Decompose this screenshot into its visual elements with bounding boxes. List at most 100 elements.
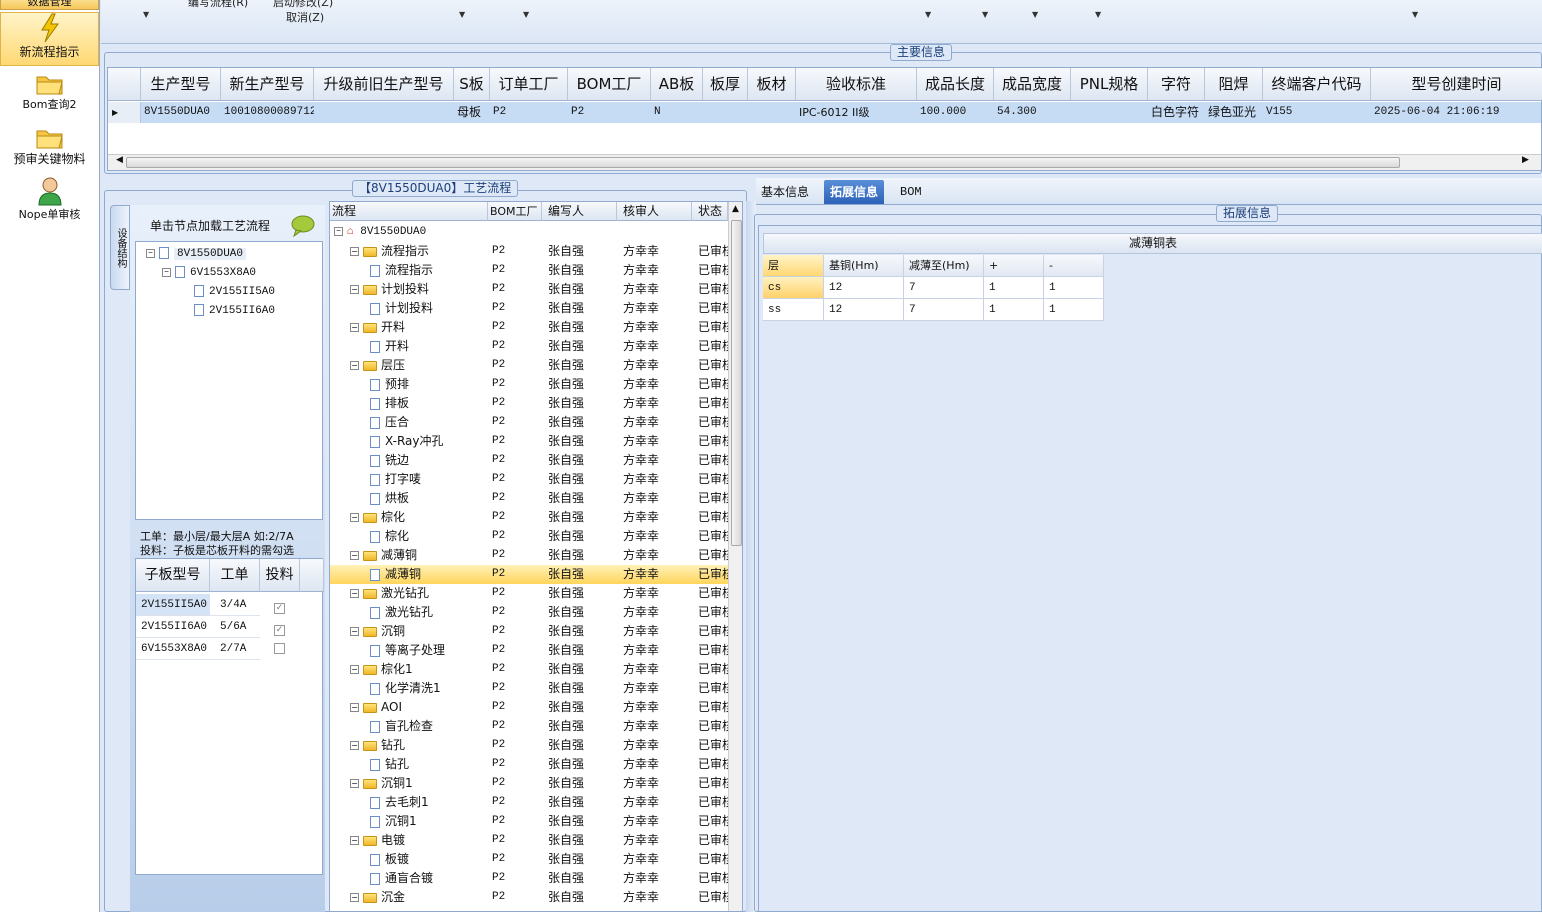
flow-step-row[interactable]: 打字唛 P2 张自强 方幸幸 已审核 <box>330 470 728 489</box>
column-header[interactable]: 板材 <box>748 68 796 101</box>
table-cell[interactable]: 2/7A <box>210 638 260 660</box>
table-cell[interactable]: 12 <box>824 299 904 321</box>
flow-group-row[interactable]: − AOI P2 张自强 方幸幸 已审核 <box>330 698 728 717</box>
flow-group-row[interactable]: − 层压 P2 张自强 方幸幸 已审核 <box>330 356 728 375</box>
chat-bubble-icon[interactable] <box>290 215 316 237</box>
column-header[interactable]: 生产型号 <box>141 68 221 101</box>
flow-step-row[interactable]: 排板 P2 张自强 方幸幸 已审核 <box>330 394 728 413</box>
column-header[interactable]: BOM工厂 <box>568 68 651 101</box>
column-header[interactable]: S板 <box>454 68 490 101</box>
flow-step-row[interactable]: 预排 P2 张自强 方幸幸 已审核 <box>330 375 728 394</box>
flow-group-row[interactable]: − 沉金 P2 张自强 方幸幸 已审核 <box>330 888 728 907</box>
flow-step-row[interactable]: 钻孔 P2 张自强 方幸幸 已审核 <box>330 755 728 774</box>
table-cell[interactable]: 2025-06-04 21:06:19 <box>1371 102 1542 123</box>
feed-checkbox[interactable] <box>274 643 285 657</box>
dropdown-arrow-icon[interactable]: ▼ <box>143 10 149 19</box>
flow-step-row[interactable]: 化学清洗1 P2 张自强 方幸幸 已审核 <box>330 679 728 698</box>
collapse-icon[interactable]: − <box>350 741 359 750</box>
column-header[interactable]: AB板 <box>651 68 703 101</box>
scroll-right-icon[interactable]: ▶ <box>1522 155 1529 165</box>
dropdown-arrow-icon[interactable]: ▼ <box>925 10 931 19</box>
collapse-icon[interactable]: − <box>350 551 359 560</box>
collapse-icon[interactable]: − <box>350 627 359 636</box>
column-header[interactable]: 订单工厂 <box>490 68 568 101</box>
flow-step-row[interactable]: 压合 P2 张自强 方幸幸 已审核 <box>330 413 728 432</box>
column-header[interactable]: 升级前旧生产型号 <box>314 68 454 101</box>
vertical-scrollbar[interactable]: ▲ <box>728 202 742 911</box>
column-header[interactable]: 新生产型号 <box>221 68 314 101</box>
sidebar-item-material-review[interactable]: 预审关键物料 <box>0 126 99 172</box>
flow-step-row[interactable]: 激光钻孔 P2 张自强 方幸幸 已审核 <box>330 603 728 622</box>
sidebar-item-new-flow[interactable]: 新流程指示 <box>0 12 99 66</box>
table-cell[interactable]: 100.000 <box>917 102 994 123</box>
table-cell[interactable]: 12 <box>824 277 904 299</box>
table-cell[interactable]: 7 <box>904 299 984 321</box>
collapse-icon[interactable]: − <box>350 589 359 598</box>
table-cell[interactable]: 5/6A <box>210 616 260 638</box>
flow-step-row[interactable]: 减薄铜 P2 张自强 方幸幸 已审核 <box>330 565 728 584</box>
table-cell[interactable]: IPC-6012 II级 <box>796 102 917 123</box>
tab-bom[interactable]: BOM <box>894 180 928 204</box>
flow-step-row[interactable]: 流程指示 P2 张自强 方幸幸 已审核 <box>330 261 728 280</box>
table-cell[interactable]: 10010800089712 <box>221 102 314 123</box>
flow-group-row[interactable]: − 激光钻孔 P2 张自强 方幸幸 已审核 <box>330 584 728 603</box>
tree-node[interactable]: − 6V1553X8A0 <box>162 266 256 279</box>
table-cell[interactable]: 1 <box>984 299 1044 321</box>
collapse-icon[interactable]: − <box>350 893 359 902</box>
feed-checkbox[interactable]: ✓ <box>274 621 285 636</box>
table-cell[interactable]: 母板 <box>454 102 490 123</box>
column-header[interactable]: 板厚 <box>703 68 748 101</box>
collapse-icon[interactable]: − <box>350 285 359 294</box>
flow-step-row[interactable]: 去毛刺1 P2 张自强 方幸幸 已审核 <box>330 793 728 812</box>
flow-step-row[interactable]: 盲孔检查 P2 张自强 方幸幸 已审核 <box>330 717 728 736</box>
collapse-icon[interactable]: − <box>350 836 359 845</box>
collapse-icon[interactable]: − <box>334 226 343 236</box>
column-header[interactable]: 工单 <box>210 559 260 592</box>
flow-step-row[interactable]: 等离子处理 P2 张自强 方幸幸 已审核 <box>330 641 728 660</box>
table-cell[interactable] <box>314 102 454 123</box>
column-header[interactable]: 子板型号 <box>136 559 210 592</box>
column-header[interactable]: 核审人 <box>617 202 692 221</box>
dropdown-arrow-icon[interactable]: ▼ <box>1095 10 1101 19</box>
collapse-icon[interactable]: − <box>350 513 359 522</box>
column-header[interactable]: 终端客户代码 <box>1263 68 1371 101</box>
flow-step-row[interactable]: 计划投料 P2 张自强 方幸幸 已审核 <box>330 299 728 318</box>
flow-group-row[interactable]: − 棕化1 P2 张自强 方幸幸 已审核 <box>330 660 728 679</box>
table-cell[interactable]: 1 <box>984 277 1044 299</box>
flow-step-row[interactable]: 开料 P2 张自强 方幸幸 已审核 <box>330 337 728 356</box>
scroll-thumb[interactable] <box>731 220 742 546</box>
table-cell[interactable]: 54.300 <box>994 102 1071 123</box>
column-header[interactable]: 层 <box>763 255 824 277</box>
column-header[interactable]: 阻焊 <box>1205 68 1263 101</box>
column-header[interactable]: PNL规格 <box>1071 68 1148 101</box>
table-cell[interactable]: 1 <box>1044 277 1104 299</box>
table-cell[interactable]: 7 <box>904 277 984 299</box>
flow-group-row[interactable]: − 电镀 P2 张自强 方幸幸 已审核 <box>330 831 728 850</box>
column-header[interactable]: 流程 <box>330 202 488 221</box>
column-header[interactable]: 成品宽度 <box>994 68 1071 101</box>
toolbar-write-flow[interactable]: 编写流程(R) <box>188 0 248 10</box>
sidebar-item-bom-query[interactable]: Bom查询2 <box>0 72 99 118</box>
table-cell[interactable]: cs <box>763 277 824 299</box>
flow-step-row[interactable]: X-Ray冲孔 P2 张自强 方幸幸 已审核 <box>330 432 728 451</box>
collapse-icon[interactable]: − <box>350 665 359 674</box>
table-cell[interactable]: V155 <box>1263 102 1371 123</box>
flow-step-row[interactable]: 沉铜1 P2 张自强 方幸幸 已审核 <box>330 812 728 831</box>
tree-node[interactable]: 2V155II6A0 <box>194 304 275 317</box>
table-cell[interactable]: 3/4A <box>210 594 260 616</box>
table-cell[interactable]: P2 <box>490 102 568 123</box>
flow-step-row[interactable]: 棕化 P2 张自强 方幸幸 已审核 <box>330 527 728 546</box>
table-cell[interactable] <box>1071 102 1148 123</box>
flow-step-row[interactable]: 烘板 P2 张自强 方幸幸 已审核 <box>330 489 728 508</box>
table-cell[interactable]: 6V1553X8A0 <box>136 638 210 660</box>
column-header[interactable]: 状态 <box>692 202 728 221</box>
column-header[interactable]: 减薄至(Hm) <box>904 255 984 277</box>
table-cell[interactable]: 绿色亚光 <box>1205 102 1263 123</box>
dropdown-arrow-icon[interactable]: ▼ <box>982 10 988 19</box>
table-cell[interactable] <box>703 102 748 123</box>
table-cell[interactable]: 1 <box>1044 299 1104 321</box>
tab-extended-info[interactable]: 拓展信息 <box>824 180 885 204</box>
flow-group-row[interactable]: − 开料 P2 张自强 方幸幸 已审核 <box>330 318 728 337</box>
sidebar-header[interactable]: 数据管理 <box>0 0 99 10</box>
collapse-icon[interactable]: − <box>350 779 359 788</box>
